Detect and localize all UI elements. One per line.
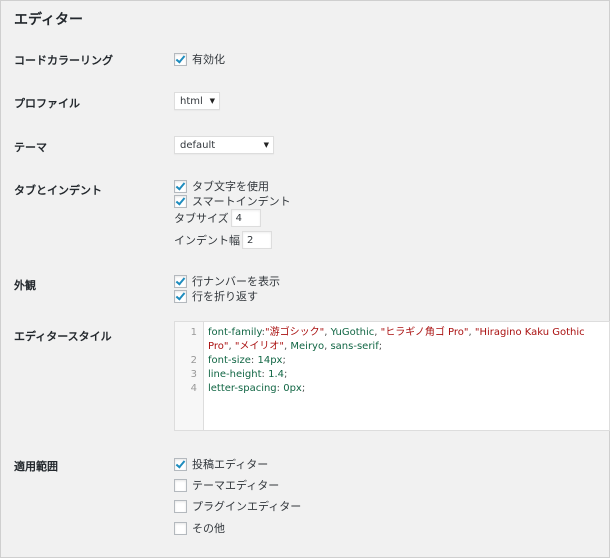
css-string: "游ゴシック" bbox=[265, 327, 325, 338]
css-value: 0px bbox=[283, 383, 302, 394]
css-value: 1.4 bbox=[268, 369, 284, 380]
css-property: letter-spacing bbox=[208, 383, 277, 394]
css-property: font-size bbox=[208, 355, 251, 366]
use-tab-option[interactable]: タブ文字を使用 bbox=[174, 179, 269, 193]
smart-indent-option[interactable]: スマートインデント bbox=[174, 194, 291, 208]
appearance-label: 外観 bbox=[14, 279, 36, 292]
theme-editor-option[interactable]: テーマエディター bbox=[174, 478, 279, 492]
css-value: sans-serif bbox=[330, 341, 379, 352]
line-number: 3 bbox=[190, 369, 197, 380]
line-number: 2 bbox=[190, 355, 197, 366]
tab-size-field: タブサイズ 4 bbox=[174, 208, 261, 228]
code-line-1-wrap: Pro", "メイリオ", Meiryo, sans-serif; bbox=[208, 341, 383, 352]
profile-select-value: html bbox=[180, 95, 203, 107]
post-editor-checkbox[interactable] bbox=[174, 457, 187, 471]
profile-select[interactable]: html ▼ bbox=[174, 92, 220, 110]
theme-label: テーマ bbox=[14, 141, 47, 154]
line-number-gutter: 1 2 3 4 bbox=[175, 322, 204, 430]
code-line-4: letter-spacing: 0px; bbox=[208, 383, 306, 394]
smart-indent-label: スマートインデント bbox=[192, 195, 291, 208]
plugin-editor-checkbox[interactable] bbox=[174, 499, 187, 513]
plugin-editor-label: プラグインエディター bbox=[192, 500, 302, 513]
post-editor-label: 投稿エディター bbox=[192, 458, 269, 471]
smart-indent-checkbox[interactable] bbox=[174, 194, 187, 208]
other-option[interactable]: その他 bbox=[174, 521, 225, 535]
code-coloring-checkbox[interactable] bbox=[174, 52, 187, 66]
indent-width-field: インデント幅 2 bbox=[174, 230, 272, 250]
chevron-down-icon: ▼ bbox=[209, 97, 215, 105]
css-property: line-height bbox=[208, 369, 262, 380]
post-editor-option[interactable]: 投稿エディター bbox=[174, 457, 268, 471]
css-property: font-family bbox=[208, 327, 262, 338]
code-line-2: font-size: 14px; bbox=[208, 355, 286, 366]
code-editor[interactable]: 1 2 3 4 font-family:"游ゴシック", YuGothic, "… bbox=[174, 321, 610, 431]
theme-editor-checkbox[interactable] bbox=[174, 478, 187, 492]
css-value: Meiryo bbox=[290, 341, 325, 352]
code-coloring-enable-label: 有効化 bbox=[192, 53, 225, 66]
code-line-3: line-height: 1.4; bbox=[208, 369, 288, 380]
theme-editor-label: テーマエディター bbox=[192, 479, 280, 492]
code-coloring-label: コードカラーリング bbox=[14, 54, 113, 67]
css-value: YuGothic bbox=[330, 327, 375, 338]
use-tab-label: タブ文字を使用 bbox=[192, 180, 269, 193]
theme-select-value: default bbox=[180, 139, 216, 151]
css-value: 14px bbox=[257, 355, 283, 366]
line-number: 1 bbox=[190, 327, 197, 338]
css-string: "ヒラギノ角ゴ Pro" bbox=[380, 327, 469, 338]
editor-style-label: エディタースタイル bbox=[14, 330, 112, 343]
wrap-lines-checkbox[interactable] bbox=[174, 289, 187, 303]
code-coloring-enable-option[interactable]: 有効化 bbox=[174, 52, 225, 66]
code-line-1: font-family:"游ゴシック", YuGothic, "ヒラギノ角ゴ P… bbox=[208, 327, 585, 338]
show-line-numbers-label: 行ナンバーを表示 bbox=[192, 275, 280, 288]
css-string: "メイリオ" bbox=[234, 341, 285, 352]
wrap-lines-option[interactable]: 行を折り返す bbox=[174, 289, 258, 303]
tab-size-input[interactable]: 4 bbox=[230, 209, 261, 227]
use-tab-checkbox[interactable] bbox=[174, 179, 187, 193]
css-string: Pro" bbox=[208, 341, 229, 352]
other-checkbox[interactable] bbox=[174, 521, 187, 535]
indent-width-label: インデント幅 bbox=[174, 234, 240, 247]
theme-select[interactable]: default ▼ bbox=[174, 136, 274, 154]
chevron-down-icon: ▼ bbox=[263, 141, 269, 149]
settings-panel: エディター コードカラーリング 有効化 プロファイル html ▼ テーマ de… bbox=[0, 0, 610, 558]
page-title: エディター bbox=[14, 12, 84, 28]
tab-size-label: タブサイズ bbox=[174, 212, 229, 225]
indent-width-input[interactable]: 2 bbox=[242, 231, 272, 249]
plugin-editor-option[interactable]: プラグインエディター bbox=[174, 499, 301, 513]
tabs-indent-label: タブとインデント bbox=[14, 184, 102, 197]
show-line-numbers-option[interactable]: 行ナンバーを表示 bbox=[174, 274, 280, 288]
css-string: "Hiragino Kaku Gothic bbox=[474, 327, 585, 338]
show-line-numbers-checkbox[interactable] bbox=[174, 274, 187, 288]
profile-label: プロファイル bbox=[14, 97, 80, 110]
wrap-lines-label: 行を折り返す bbox=[192, 290, 258, 303]
other-label: その他 bbox=[192, 522, 225, 535]
line-number: 4 bbox=[190, 383, 197, 394]
scope-label: 適用範囲 bbox=[14, 460, 58, 473]
